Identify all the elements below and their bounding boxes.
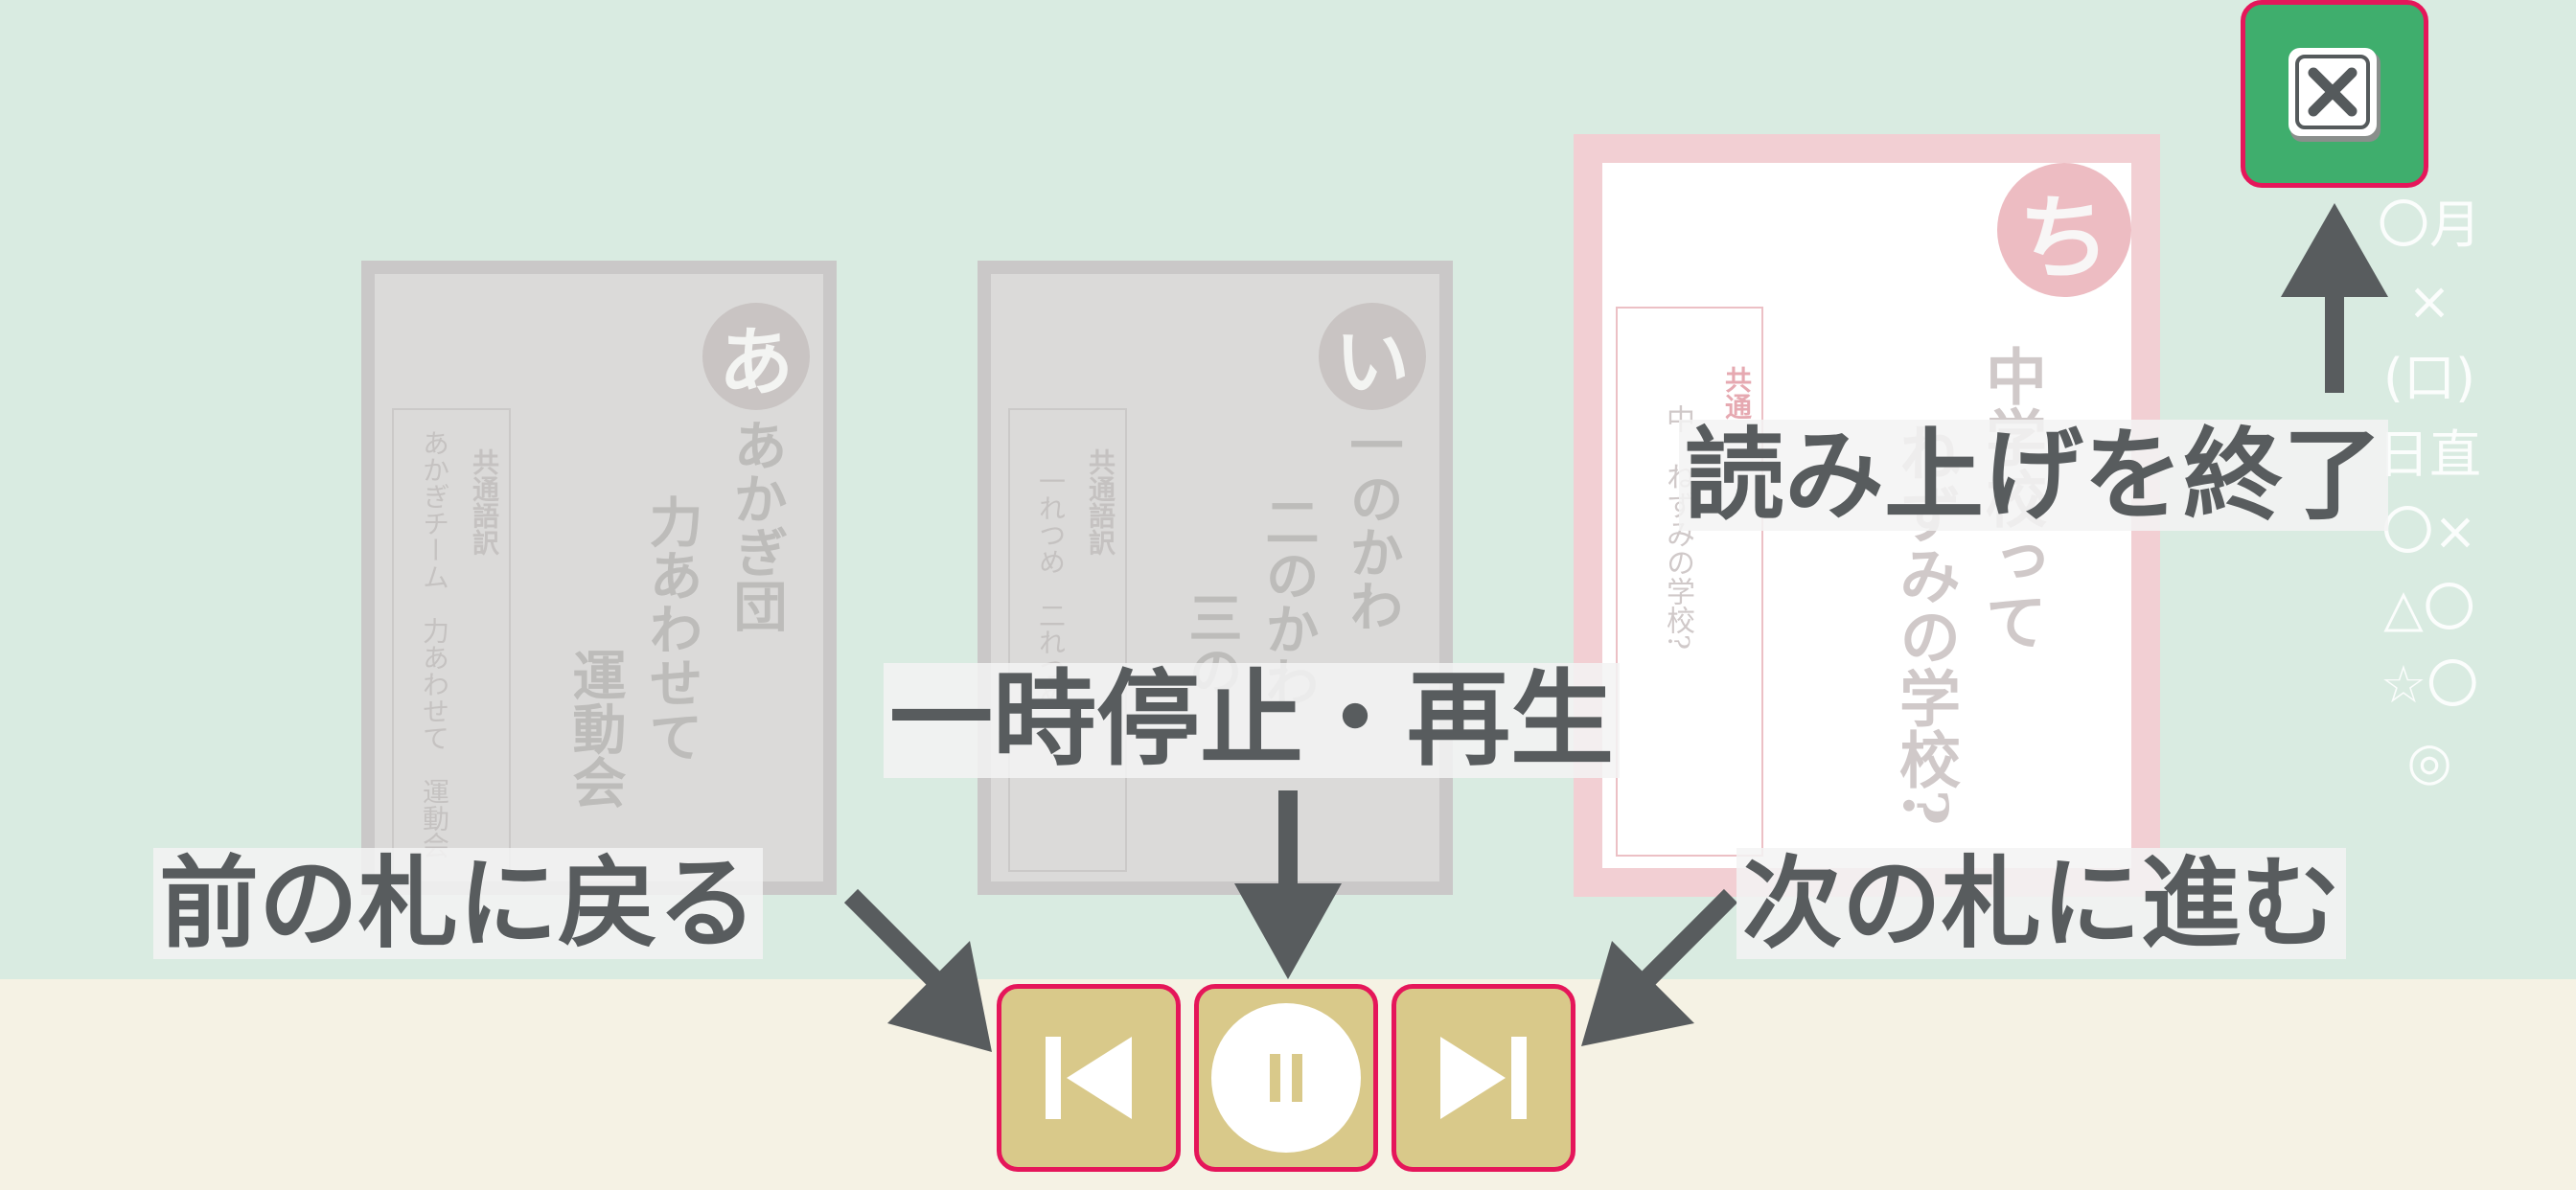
next-card-button[interactable] bbox=[1392, 984, 1576, 1172]
close-reading-button[interactable] bbox=[2241, 0, 2428, 188]
prev-card-button[interactable] bbox=[997, 984, 1181, 1172]
close-icon bbox=[2288, 48, 2380, 142]
arrow-to-next bbox=[1581, 888, 1738, 1046]
arrow-to-prev bbox=[843, 888, 992, 1052]
prev-label: 前の札に戻る bbox=[153, 848, 764, 959]
pause-play-button[interactable] bbox=[1194, 984, 1378, 1172]
close-label: 読み上げを終了 bbox=[1679, 420, 2389, 531]
arrow-to-pause bbox=[1234, 790, 1342, 979]
skip-previous-icon bbox=[1046, 1037, 1132, 1119]
pause-icon bbox=[1211, 1003, 1361, 1153]
skip-next-icon bbox=[1440, 1037, 1527, 1119]
next-label: 次の札に進む bbox=[1736, 848, 2347, 959]
arrow-to-close bbox=[2281, 203, 2388, 393]
pause-label: 一時停止・再生 bbox=[884, 663, 1621, 778]
